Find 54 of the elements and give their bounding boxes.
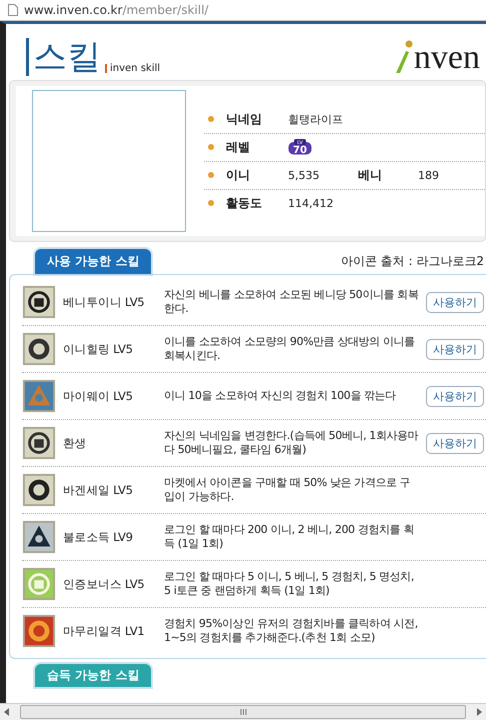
use-button[interactable]: 사용하기 bbox=[426, 292, 484, 312]
use-button[interactable]: 사용하기 bbox=[426, 432, 484, 454]
skill-description: 로그인 할 때마다 5 이니, 5 베니, 5 경험치, 5 명성치, 5 i토큰 중 랜덤하게 획득 (1일 1회) bbox=[164, 570, 415, 598]
emblem-icon bbox=[22, 285, 56, 319]
skill-description: 로그인 할 때마다 200 이니, 2 베니, 200 경험치를 획득 (1일 1회) bbox=[164, 523, 415, 551]
field-value: 5,535 bbox=[288, 168, 320, 182]
emblem-icon bbox=[22, 520, 56, 554]
emblem-icon bbox=[22, 473, 56, 507]
emblem-icon bbox=[22, 567, 56, 601]
skill-description: 경험치 95%이상인 유저의 경험치바를 클릭하여 시전, 1~5의 경험치를 추가해준다.(추천 1회 소모) bbox=[164, 617, 419, 645]
icon-source-text: 아이콘 출처 : 라그나로크2 bbox=[340, 253, 484, 270]
page-icon bbox=[8, 4, 18, 16]
skill-description: 마켓에서 아이콘을 구매할 때 50% 낮은 가격으로 구입이 가능하다. bbox=[164, 476, 412, 504]
skill-description: 자신의 베니를 소모하여 소모된 베니당 50이니를 회복한다. bbox=[164, 288, 419, 316]
bullet-icon bbox=[208, 144, 214, 150]
skill-description: 자신의 닉네임을 변경한다.(습득에 50베니, 1회사용마다 50베니필요, 쿨타임 6개월) bbox=[164, 429, 419, 457]
logo-mark-icon bbox=[394, 40, 414, 74]
scroll-left-icon[interactable] bbox=[4, 708, 10, 716]
emblem-icon bbox=[22, 332, 56, 366]
grip-icon bbox=[240, 709, 246, 715]
emblem-icon bbox=[22, 614, 56, 648]
field-value: 189 bbox=[418, 168, 439, 182]
bullet-icon bbox=[208, 116, 214, 122]
field-label: 활동도 bbox=[226, 194, 263, 212]
skill-name: 이니힐링 LV5 bbox=[63, 342, 134, 356]
skill-name: 환생 bbox=[63, 436, 88, 450]
address-text[interactable]: www.inven.co.kr/member/skill/ bbox=[24, 3, 208, 17]
skill-name: 마이웨이 LV5 bbox=[63, 388, 134, 404]
skill-name: 마무리일격 LV1 bbox=[63, 624, 146, 638]
use-button[interactable]: 사용하기 bbox=[426, 386, 484, 406]
skill-name: 인증보너스 LV5 bbox=[63, 576, 146, 592]
scroll-thumb[interactable] bbox=[20, 705, 466, 719]
skills-tab[interactable]: 사용 가능한 스킬 bbox=[35, 249, 152, 274]
field-label: 베니 bbox=[358, 166, 383, 184]
emblem-icon bbox=[22, 426, 56, 460]
page-title: 스킬 bbox=[33, 40, 101, 74]
skill-name: 베니투이니 LV5 bbox=[63, 294, 146, 310]
field-value: 114,412 bbox=[288, 196, 334, 210]
field-value: 휠탱라이프 bbox=[288, 112, 343, 126]
field-label: 이니 bbox=[226, 166, 251, 184]
horizontal-scrollbar[interactable] bbox=[0, 703, 486, 720]
skill-description: 이니를 소모하여 소모량의 90%만큼 상대방의 이니를 회복시킨다. bbox=[164, 335, 416, 363]
bullet-icon bbox=[208, 172, 214, 178]
logo-text: nven bbox=[414, 43, 480, 74]
use-button[interactable]: 사용하기 bbox=[426, 338, 484, 360]
skill-name: 바겐세일 LV5 bbox=[63, 482, 134, 498]
page-subtitle: inven skill bbox=[110, 63, 160, 74]
skill-description: 이니 10을 소모하여 자신의 경험치 100을 깎는다 bbox=[164, 389, 397, 403]
field-label: 닉네임 bbox=[226, 110, 263, 128]
bullet-icon bbox=[208, 200, 214, 206]
field-label: 레벨 bbox=[226, 138, 251, 156]
emblem-icon bbox=[22, 379, 56, 413]
skill-name: 불로소득 LV9 bbox=[63, 530, 134, 544]
scroll-right-icon[interactable] bbox=[476, 708, 482, 716]
